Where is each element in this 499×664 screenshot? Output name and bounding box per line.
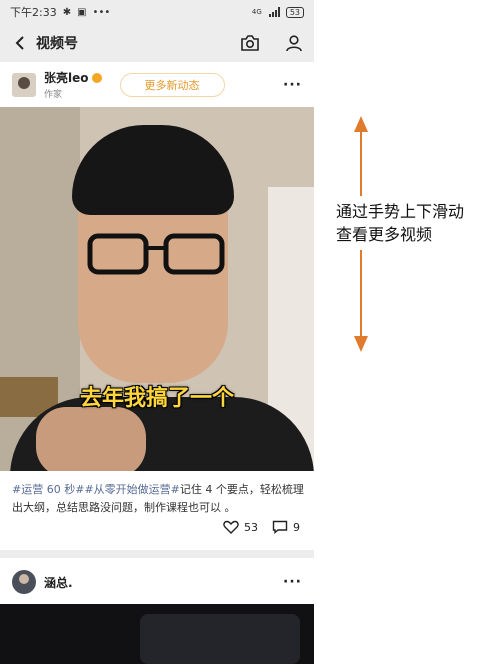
heart-icon — [223, 520, 239, 534]
video-player-2[interactable] — [0, 604, 314, 664]
bluetooth-icon: ✱ — [62, 6, 72, 18]
more-dots-icon: ••• — [92, 6, 111, 18]
hashtag-link[interactable]: #运营 60 秒# — [12, 483, 84, 496]
feed-divider — [0, 550, 314, 558]
author-role: 作家 — [44, 90, 63, 100]
comment-button[interactable]: 9 — [272, 520, 300, 534]
avatar[interactable] — [12, 570, 36, 594]
avatar[interactable] — [12, 72, 36, 97]
post-menu-icon[interactable]: ··· — [283, 77, 302, 93]
video-player[interactable]: 去年我搞了一个 — [0, 107, 314, 471]
post-caption: #运营 60 秒##从零开始做运营#记住 4 个要点，轻松梳理出大纲，总结思路没… — [12, 481, 306, 517]
author-name[interactable]: 张亮leo — [44, 69, 89, 86]
hashtag-link[interactable]: #从零开始做运营# — [84, 483, 179, 496]
phone-screen: 下午2:33 ✱ ▣ ••• 4G 53 视频号 张亮leo 作家 更多新动态 … — [0, 0, 314, 664]
verified-badge-icon — [91, 72, 102, 83]
post-header-2: 涵总. ··· — [0, 568, 314, 596]
video-person-hand — [36, 407, 146, 471]
post-actions: 53 9 — [223, 520, 300, 534]
page-title: 视频号 — [36, 36, 78, 52]
status-time: 下午2:33 — [10, 6, 57, 19]
post-menu-icon[interactable]: ··· — [283, 574, 302, 590]
annotation-line-1: 通过手势上下滑动 — [336, 202, 465, 221]
status-right: 4G 53 — [251, 6, 304, 18]
annotation-line-2: 查看更多视频 — [336, 225, 433, 244]
video-person-glasses — [87, 233, 225, 275]
nav-bar: 视频号 — [0, 24, 314, 62]
video-subtitle: 去年我搞了一个 — [79, 386, 234, 411]
status-bar: 下午2:33 ✱ ▣ ••• 4G 53 — [0, 0, 314, 24]
person-icon[interactable] — [284, 33, 304, 53]
like-button[interactable]: 53 — [223, 520, 258, 534]
comment-icon — [272, 520, 288, 534]
camera-icon[interactable] — [240, 33, 260, 53]
comment-count: 9 — [293, 520, 300, 534]
author-name[interactable]: 涵总. — [44, 574, 73, 591]
back-arrow-icon[interactable] — [10, 33, 30, 53]
video-person-hair — [72, 125, 234, 215]
author-info: 张亮leo 作家 — [44, 69, 102, 100]
signal-icon — [268, 7, 280, 17]
message-icon: ▣ — [77, 6, 87, 18]
network-label: 4G — [251, 7, 262, 16]
battery-indicator: 53 — [285, 6, 304, 18]
like-count: 53 — [244, 520, 258, 534]
swipe-hint-annotation: 通过手势上下滑动 查看更多视频 — [336, 200, 496, 246]
more-updates-button[interactable]: 更多新动态 — [119, 72, 225, 97]
post-header: 张亮leo 作家 更多新动态 ··· — [0, 62, 314, 107]
